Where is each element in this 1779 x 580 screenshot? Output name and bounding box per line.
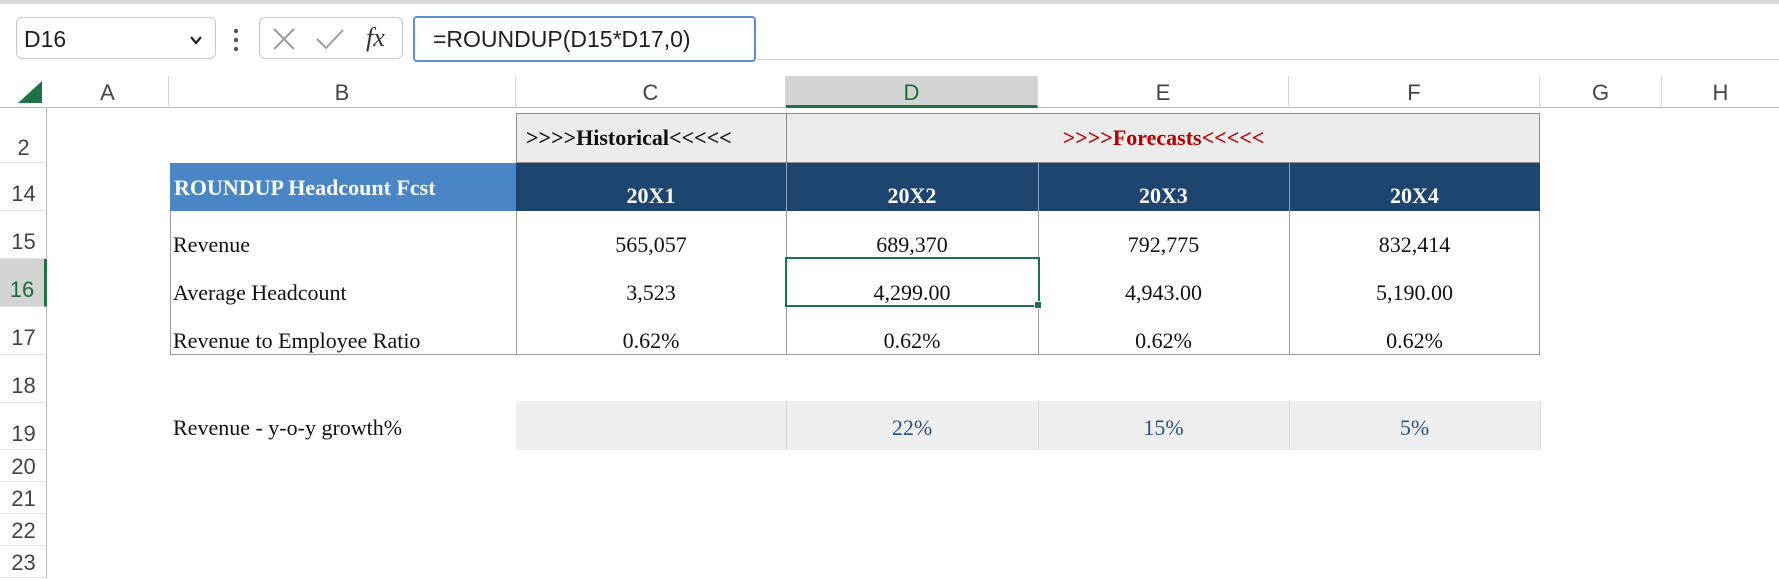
chevron-down-icon[interactable] bbox=[190, 34, 202, 46]
growth-cell[interactable]: 22% bbox=[786, 415, 1038, 441]
year-header[interactable]: 20X4 bbox=[1289, 183, 1540, 209]
year-header[interactable]: 20X2 bbox=[786, 183, 1038, 209]
column-header-a[interactable]: A bbox=[47, 76, 169, 108]
more-options-icon[interactable] bbox=[232, 27, 240, 53]
column-header-d[interactable]: D bbox=[786, 76, 1038, 108]
growth-divider bbox=[1540, 401, 1541, 450]
column-header-g[interactable]: G bbox=[1540, 76, 1662, 108]
check-icon[interactable] bbox=[315, 28, 345, 50]
table-title: ROUNDUP Headcount Fcst bbox=[174, 175, 436, 200]
row-header-14[interactable]: 14 bbox=[0, 163, 47, 211]
table-cell[interactable]: 3,523 bbox=[516, 280, 786, 306]
table-cell[interactable]: 832,414 bbox=[1289, 232, 1540, 258]
row-header-23[interactable]: 23 bbox=[0, 546, 47, 578]
x-icon[interactable] bbox=[272, 27, 296, 51]
row-header-2[interactable]: 2 bbox=[0, 108, 47, 163]
svg-text:fx: fx bbox=[366, 23, 385, 52]
table-cell[interactable]: 0.62% bbox=[1038, 328, 1289, 354]
table-cell[interactable]: 5,190.00 bbox=[1289, 280, 1540, 306]
table-cell[interactable]: 792,775 bbox=[1038, 232, 1289, 258]
table-cell[interactable]: 565,057 bbox=[516, 232, 786, 258]
historical-header: >>>>Historical<<<<< bbox=[526, 125, 732, 150]
row-header-19[interactable]: 19 bbox=[0, 403, 47, 450]
row-header-18[interactable]: 18 bbox=[0, 355, 47, 403]
column-header-f[interactable]: F bbox=[1289, 76, 1540, 108]
table-cell[interactable]: 0.62% bbox=[516, 328, 786, 354]
formula-bar-divider bbox=[757, 59, 1779, 60]
year-header[interactable]: 20X1 bbox=[516, 183, 786, 209]
row-header-20[interactable]: 20 bbox=[0, 450, 47, 482]
row-label[interactable]: Revenue to Employee Ratio bbox=[173, 328, 420, 354]
column-header-e[interactable]: E bbox=[1038, 76, 1289, 108]
formula-text: =ROUNDUP(D15*D17,0) bbox=[433, 26, 691, 52]
row-header-16[interactable]: 16 bbox=[0, 259, 47, 307]
column-header-h[interactable]: H bbox=[1662, 76, 1779, 108]
row-label[interactable]: Average Headcount bbox=[173, 280, 347, 306]
row-header-22[interactable]: 22 bbox=[0, 514, 47, 546]
fill-handle[interactable] bbox=[1034, 301, 1042, 309]
column-header-b[interactable]: B bbox=[169, 76, 516, 108]
growth-cell[interactable]: 5% bbox=[1289, 415, 1540, 441]
table-cell[interactable]: 0.62% bbox=[786, 328, 1038, 354]
year-header[interactable]: 20X3 bbox=[1038, 183, 1289, 209]
select-all-icon[interactable] bbox=[16, 79, 44, 105]
row-header-17[interactable]: 17 bbox=[0, 307, 47, 355]
name-box-value: D16 bbox=[24, 26, 67, 52]
table-cell[interactable]: 0.62% bbox=[1289, 328, 1540, 354]
table-cell[interactable]: 4,943.00 bbox=[1038, 280, 1289, 306]
fx-icon[interactable]: fx bbox=[365, 22, 395, 54]
active-cell-border[interactable] bbox=[785, 257, 1040, 307]
growth-label[interactable]: Revenue - y-o-y growth% bbox=[173, 415, 402, 441]
column-header-c[interactable]: C bbox=[516, 76, 786, 108]
row-header-15[interactable]: 15 bbox=[0, 211, 47, 259]
row-header-21[interactable]: 21 bbox=[0, 482, 47, 514]
table-cell[interactable]: 689,370 bbox=[786, 232, 1038, 258]
growth-cell[interactable]: 15% bbox=[1038, 415, 1289, 441]
forecasts-header: >>>>Forecasts<<<<< bbox=[1062, 125, 1265, 150]
row-label[interactable]: Revenue bbox=[173, 232, 250, 258]
